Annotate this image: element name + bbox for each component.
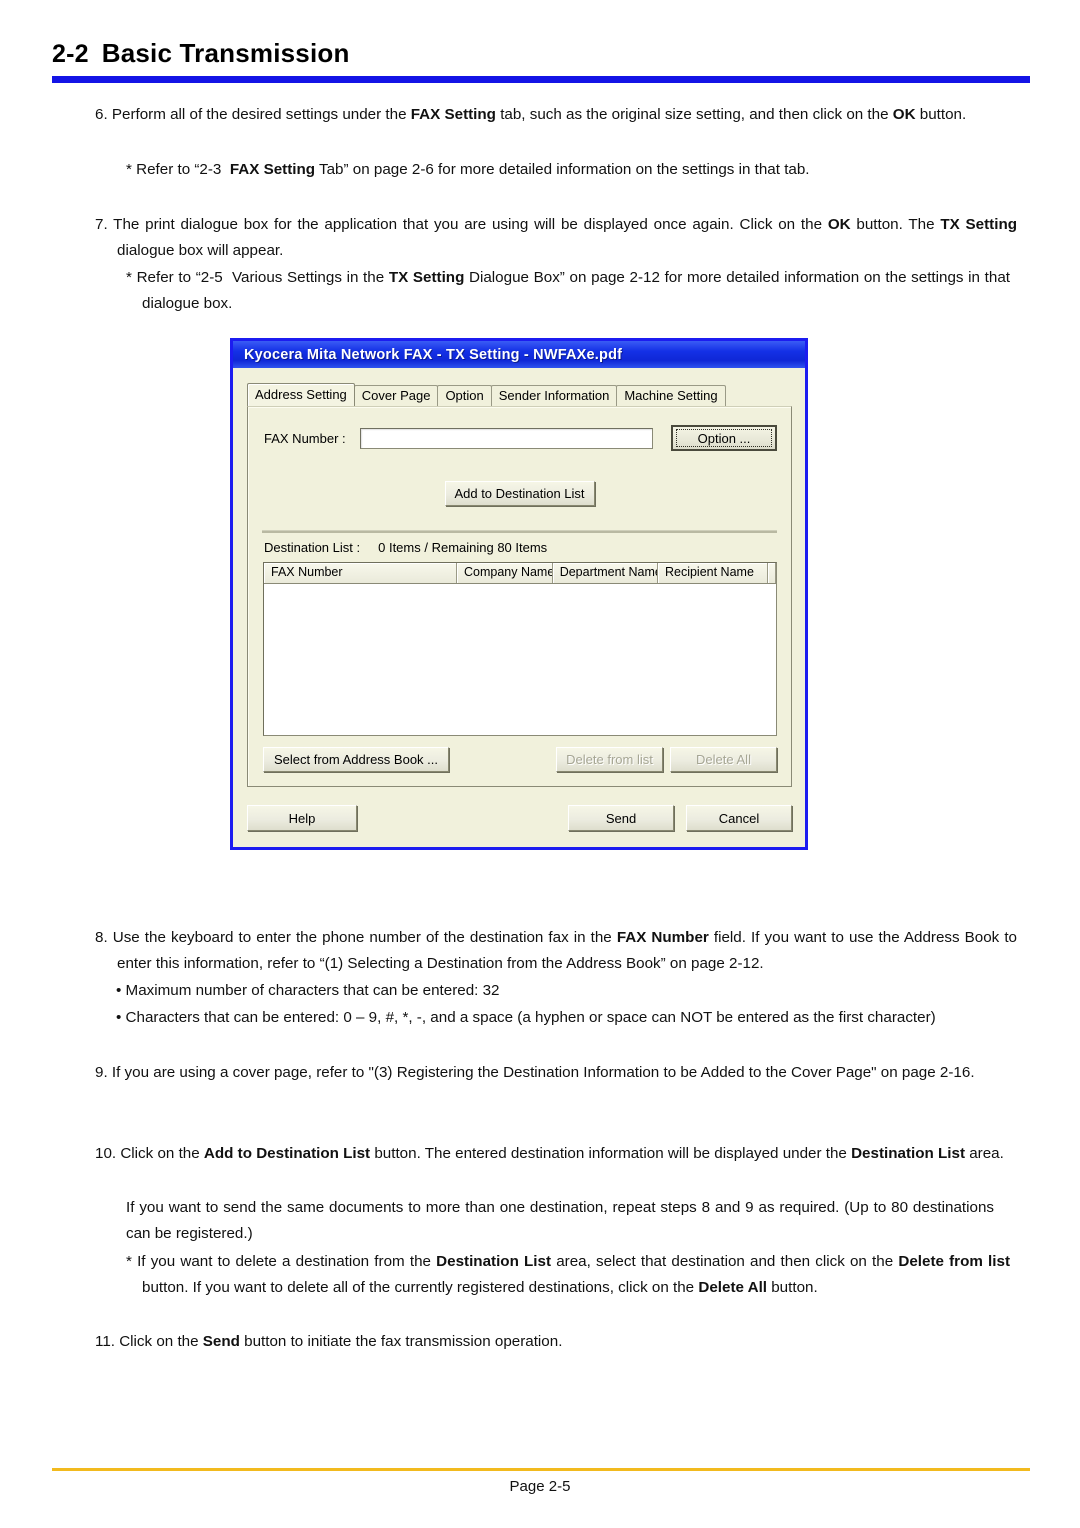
section-number: 2-2 bbox=[52, 40, 89, 68]
fax-number-label: FAX Number : bbox=[264, 430, 346, 446]
delete-from-list-button[interactable]: Delete from list bbox=[556, 747, 663, 772]
option-button-label: Option ... bbox=[676, 429, 772, 447]
destination-list-body[interactable] bbox=[264, 584, 776, 735]
page-title: 2-2 Basic Transmission bbox=[52, 38, 350, 69]
add-to-destination-list-button[interactable]: Add to Destination List bbox=[444, 481, 595, 506]
step-10-note: * If you want to delete a destination fr… bbox=[126, 1253, 1010, 1296]
tab-sender-information[interactable]: Sender Information bbox=[490, 385, 618, 406]
column-company-name[interactable]: Company Name bbox=[456, 563, 553, 583]
tab-cover-page[interactable]: Cover Page bbox=[353, 385, 439, 406]
option-button[interactable]: Option ... bbox=[671, 425, 777, 451]
tab-option[interactable]: Option bbox=[437, 385, 492, 406]
step-6: 6. Perform all of the desired settings u… bbox=[95, 106, 967, 123]
dialog-tabstrip: Address Setting Cover Page Option Sender… bbox=[247, 383, 726, 406]
destination-list-actions: Select from Address Book ... Delete from… bbox=[263, 747, 777, 772]
destination-list-label-row: Destination List : 0 Items / Remaining 80… bbox=[264, 540, 547, 555]
step-10: 10. Click on the Add to Destination List… bbox=[95, 1145, 1004, 1162]
step-8-bullet-2: • Characters that can be entered: 0 – 9,… bbox=[116, 1009, 936, 1026]
tab-address-setting[interactable]: Address Setting bbox=[247, 383, 355, 406]
fax-number-row: FAX Number : Option ... bbox=[264, 425, 777, 451]
step-9: 9. If you are using a cover page, refer … bbox=[95, 1064, 975, 1081]
help-button[interactable]: Help bbox=[247, 805, 357, 831]
column-recipient-name[interactable]: Recipient Name bbox=[657, 563, 768, 583]
page-number: Page 2-5 bbox=[509, 1478, 571, 1495]
dialog-titlebar: Kyocera Mita Network FAX - TX Setting - … bbox=[233, 341, 805, 368]
delete-all-button[interactable]: Delete All bbox=[670, 747, 777, 772]
address-setting-panel: FAX Number : Option ... Add to Destinati… bbox=[247, 406, 792, 787]
step-10-continued: If you want to send the same documents t… bbox=[126, 1199, 994, 1242]
destination-listbox[interactable]: FAX Number Company Name Department Name … bbox=[263, 562, 777, 736]
footer-rule bbox=[52, 1468, 1030, 1471]
send-button[interactable]: Send bbox=[568, 805, 674, 831]
document-page: 2-2 Basic Transmission 6. Perform all of … bbox=[0, 0, 1080, 1528]
tx-setting-dialog-screenshot: Kyocera Mita Network FAX - TX Setting - … bbox=[230, 338, 808, 850]
section-title: Basic Transmission bbox=[101, 38, 350, 68]
step-8: 8. Use the keyboard to enter the phone n… bbox=[95, 929, 1018, 972]
dialog-title: Kyocera Mita Network FAX - TX Setting - … bbox=[244, 346, 623, 363]
column-department-name[interactable]: Department Name bbox=[552, 563, 658, 583]
cancel-button[interactable]: Cancel bbox=[686, 805, 792, 831]
step-7: 7. The print dialogue box for the applic… bbox=[95, 216, 1018, 259]
step-8-bullet-1: • Maximum number of characters that can … bbox=[116, 982, 500, 999]
column-fax-number[interactable]: FAX Number bbox=[264, 563, 457, 583]
fax-number-input[interactable] bbox=[360, 427, 653, 449]
column-extra[interactable] bbox=[768, 563, 776, 583]
step-11: 11. Click on the Send button to initiate… bbox=[95, 1333, 563, 1350]
destination-list-label: Destination List : bbox=[264, 540, 361, 555]
tab-machine-setting[interactable]: Machine Setting bbox=[616, 385, 726, 406]
step-7-note: * Refer to “2-5 Various Settings in the … bbox=[126, 269, 1010, 312]
destination-list-header: FAX Number Company Name Department Name … bbox=[264, 563, 776, 584]
tx-setting-dialog: Kyocera Mita Network FAX - TX Setting - … bbox=[230, 338, 808, 850]
step-6-note: * Refer to “2-3 FAX Setting Tab” on page… bbox=[126, 161, 810, 178]
select-from-address-book-button[interactable]: Select from Address Book ... bbox=[263, 747, 449, 772]
panel-divider bbox=[262, 530, 777, 533]
dialog-body: Address Setting Cover Page Option Sender… bbox=[233, 368, 805, 847]
dialog-footer-buttons: Help Send Cancel bbox=[247, 805, 792, 831]
destination-list-count: 0 Items / Remaining 80 Items bbox=[378, 540, 548, 555]
header-rule bbox=[52, 76, 1030, 83]
